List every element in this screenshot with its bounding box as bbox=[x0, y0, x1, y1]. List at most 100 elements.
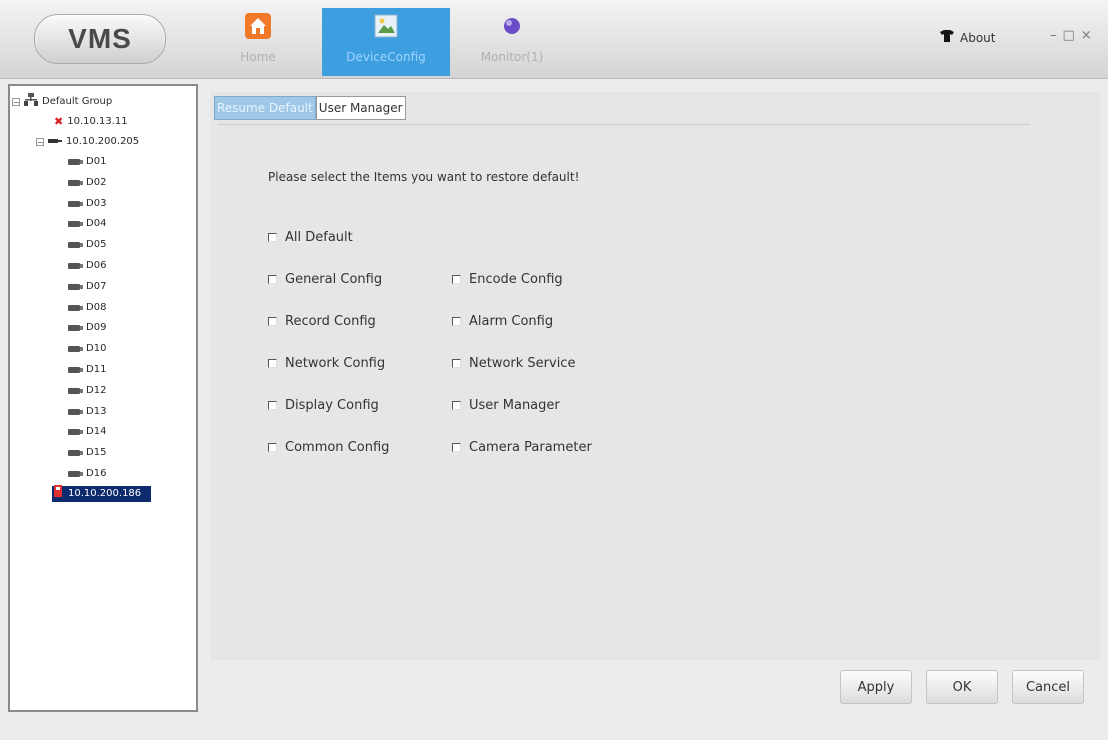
tree-channel[interactable]: D01 bbox=[68, 154, 106, 170]
checkbox-box[interactable] bbox=[452, 275, 461, 284]
camera-icon bbox=[68, 242, 83, 249]
channel-label: D04 bbox=[86, 218, 107, 230]
camera-icon bbox=[68, 159, 83, 165]
tree-channel[interactable]: D06 bbox=[68, 258, 106, 274]
checkbox-label: Camera Parameter bbox=[469, 440, 592, 455]
about-label: About bbox=[960, 30, 996, 45]
minimize-button[interactable]: – bbox=[1050, 28, 1057, 43]
checkbox-option[interactable]: Alarm Config bbox=[452, 314, 553, 329]
checkbox-label: Record Config bbox=[285, 314, 376, 329]
camera-icon bbox=[68, 221, 83, 228]
nav-tab-device-config[interactable]: DeviceConfig bbox=[322, 8, 450, 76]
tree-channel[interactable]: D09 bbox=[68, 320, 106, 336]
camera-icon bbox=[68, 200, 83, 207]
checkbox-box[interactable] bbox=[452, 443, 461, 452]
tree-channel[interactable]: D05 bbox=[68, 237, 106, 253]
checkbox-box[interactable] bbox=[452, 359, 461, 368]
channel-label: D03 bbox=[86, 197, 107, 209]
about-button[interactable]: About bbox=[940, 30, 995, 45]
checkbox-option[interactable]: Common Config bbox=[268, 440, 389, 455]
tree-device-selected[interactable]: 10.10.200.186 bbox=[52, 485, 152, 502]
checkbox-option[interactable]: User Manager bbox=[452, 398, 560, 413]
tree-channel[interactable]: D11 bbox=[68, 362, 106, 378]
logo-text: VMS bbox=[68, 23, 132, 54]
tree-channel[interactable]: D15 bbox=[68, 445, 106, 461]
nav-tab-device-config-label: DeviceConfig bbox=[346, 50, 426, 64]
shirt-icon bbox=[940, 30, 954, 45]
vms-logo: VMS bbox=[34, 14, 166, 64]
tree-channel[interactable]: D14 bbox=[68, 424, 106, 440]
checkbox-box[interactable] bbox=[268, 401, 277, 410]
tree-channel[interactable]: D03 bbox=[68, 196, 106, 212]
channel-label: D06 bbox=[86, 260, 107, 271]
tree-channel[interactable]: D04 bbox=[68, 216, 106, 232]
checkbox-label: Network Config bbox=[285, 356, 386, 371]
tree-channel[interactable]: D02 bbox=[68, 175, 106, 191]
maximize-button[interactable]: □ bbox=[1063, 28, 1075, 43]
channel-label: D10 bbox=[86, 343, 107, 355]
checkbox-option[interactable]: Encode Config bbox=[452, 272, 563, 287]
checkbox-box[interactable] bbox=[268, 275, 277, 284]
tree-device-online[interactable]: − 10.10.200.205 bbox=[36, 134, 139, 150]
checkbox-option[interactable]: Network Service bbox=[452, 356, 575, 371]
restore-prompt: Please select the Items you want to rest… bbox=[268, 170, 580, 184]
tree-channel[interactable]: D16 bbox=[68, 466, 106, 482]
device-config-icon bbox=[372, 12, 400, 40]
camera-icon bbox=[68, 283, 83, 290]
checkbox-label: General Config bbox=[285, 272, 383, 287]
camera-icon bbox=[68, 367, 83, 373]
checkbox-option[interactable]: Camera Parameter bbox=[452, 440, 592, 455]
checkbox-option[interactable]: Network Config bbox=[268, 356, 385, 371]
checkbox-label: User Manager bbox=[469, 398, 560, 413]
channel-label: D13 bbox=[86, 405, 107, 417]
camera-icon bbox=[68, 429, 83, 436]
checkbox-all-default[interactable]: All Default bbox=[268, 230, 353, 245]
group-icon bbox=[24, 92, 38, 112]
collapse-icon[interactable]: − bbox=[12, 98, 20, 107]
tree-channel[interactable]: D08 bbox=[68, 300, 106, 316]
tab-divider bbox=[218, 124, 1030, 125]
channel-label: D09 bbox=[86, 322, 107, 334]
tree-channel[interactable]: D10 bbox=[68, 341, 106, 357]
close-button[interactable]: × bbox=[1081, 28, 1092, 43]
apply-button[interactable]: Apply bbox=[840, 670, 912, 704]
home-icon bbox=[244, 12, 272, 40]
cancel-button[interactable]: Cancel bbox=[1012, 670, 1084, 704]
checkbox-option[interactable]: General Config bbox=[268, 272, 382, 287]
channel-label: D05 bbox=[86, 239, 107, 251]
channel-label: D07 bbox=[86, 280, 107, 292]
camera-icon bbox=[68, 346, 83, 353]
nav-tab-home[interactable]: Home bbox=[226, 8, 290, 76]
monitor-icon bbox=[498, 12, 526, 40]
tree-root-default-group[interactable]: − Default Group bbox=[12, 92, 113, 112]
channel-label: D15 bbox=[86, 447, 107, 459]
collapse-icon[interactable]: − bbox=[36, 138, 44, 147]
checkbox-box[interactable] bbox=[268, 317, 277, 326]
ok-button[interactable]: OK bbox=[926, 670, 998, 704]
tree-channel[interactable]: D13 bbox=[68, 404, 106, 420]
window-controls: – □ × bbox=[1050, 28, 1092, 43]
tab-user-manager[interactable]: User Manager bbox=[315, 96, 406, 120]
offline-icon: ✖ bbox=[54, 115, 64, 128]
tree-root-label: Default Group bbox=[42, 96, 113, 107]
checkbox-box[interactable] bbox=[268, 233, 277, 242]
checkbox-label: All Default bbox=[285, 230, 353, 245]
checkbox-box[interactable] bbox=[452, 401, 461, 410]
tab-resume-default[interactable]: Resume Default bbox=[214, 96, 316, 120]
tree-device-offline[interactable]: ✖ 10.10.13.11 bbox=[54, 114, 128, 130]
checkbox-label: Display Config bbox=[285, 398, 379, 413]
nav-tab-monitor[interactable]: Monitor(1) bbox=[462, 8, 562, 76]
checkbox-option[interactable]: Record Config bbox=[268, 314, 376, 329]
checkbox-box[interactable] bbox=[268, 359, 277, 368]
tree-channel[interactable]: D07 bbox=[68, 279, 106, 295]
channel-label: D01 bbox=[86, 156, 107, 167]
camera-icon bbox=[68, 179, 83, 186]
camera-icon bbox=[68, 304, 83, 311]
checkbox-label: Common Config bbox=[285, 440, 390, 455]
tree-channel[interactable]: D12 bbox=[68, 383, 106, 399]
checkbox-box[interactable] bbox=[268, 443, 277, 452]
checkbox-label: Encode Config bbox=[469, 272, 563, 287]
camera-icon bbox=[68, 325, 83, 332]
checkbox-box[interactable] bbox=[452, 317, 461, 326]
checkbox-option[interactable]: Display Config bbox=[268, 398, 379, 413]
